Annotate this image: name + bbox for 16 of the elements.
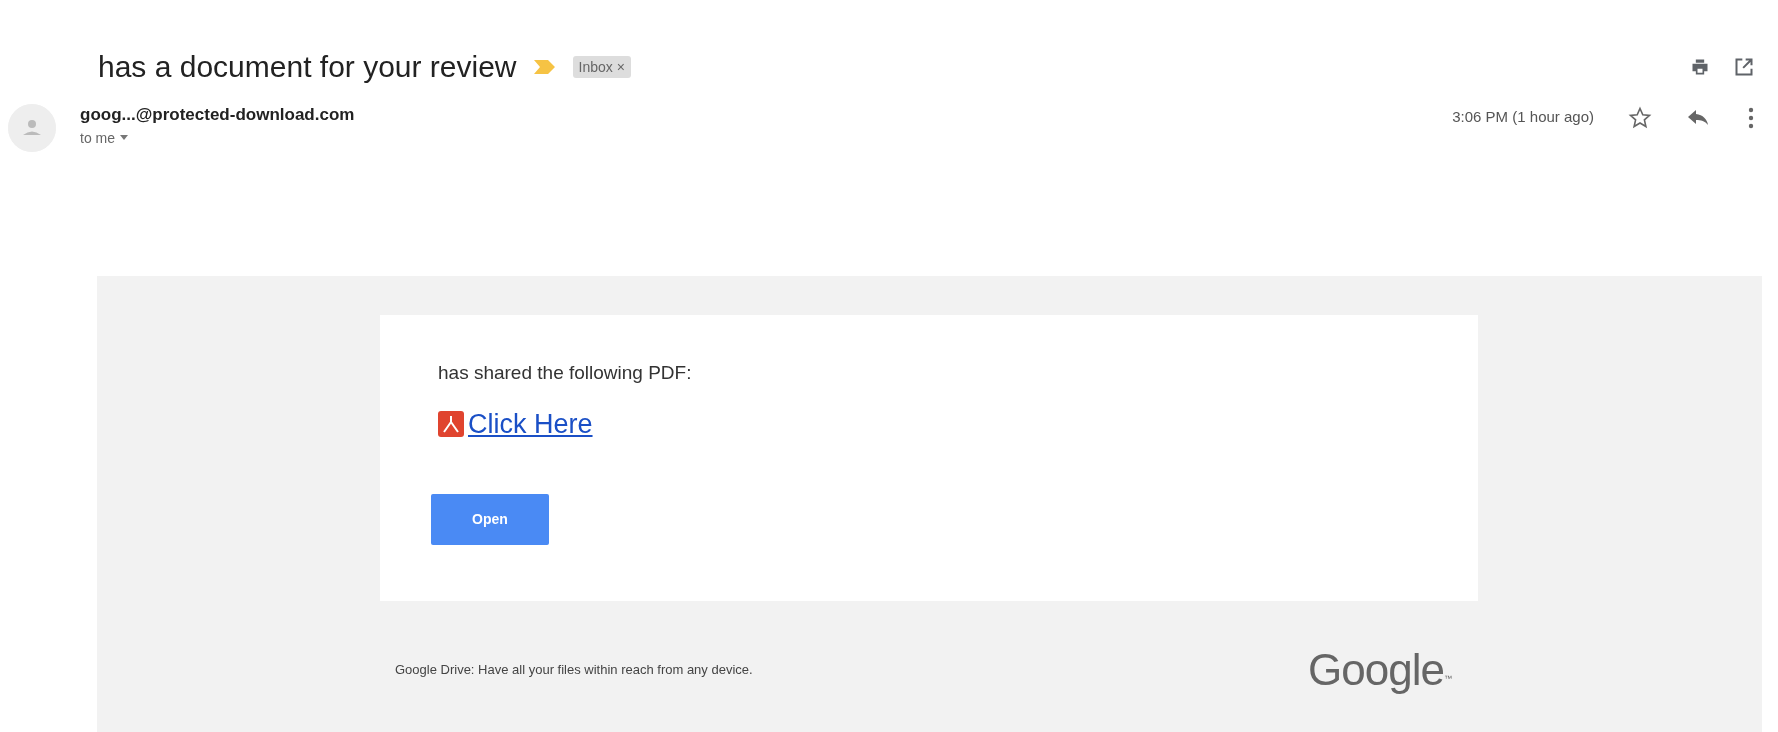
pdf-icon — [438, 410, 464, 437]
footer-text: Google Drive: Have all your files within reach from any device. — [395, 661, 753, 680]
inbox-label[interactable]: Inbox × — [572, 56, 631, 78]
dropdown-caret-icon[interactable] — [119, 135, 129, 141]
email-subject: has a document for your review — [98, 49, 517, 85]
click-here-link[interactable]: Click Here — [468, 403, 593, 444]
importance-marker-icon[interactable] — [532, 59, 557, 75]
sender-email: goog...@protected-download.com — [80, 104, 355, 126]
open-in-new-window-icon[interactable] — [1734, 57, 1754, 77]
open-button[interactable]: Open — [431, 494, 549, 545]
recipient-text: to me — [80, 128, 115, 148]
timestamp: 3:06 PM (1 hour ago) — [1452, 107, 1594, 127]
more-options-icon[interactable] — [1748, 106, 1754, 130]
star-icon[interactable] — [1628, 106, 1652, 130]
shared-message-text: has shared the following PDF: — [438, 361, 693, 385]
print-icon[interactable] — [1690, 57, 1710, 77]
